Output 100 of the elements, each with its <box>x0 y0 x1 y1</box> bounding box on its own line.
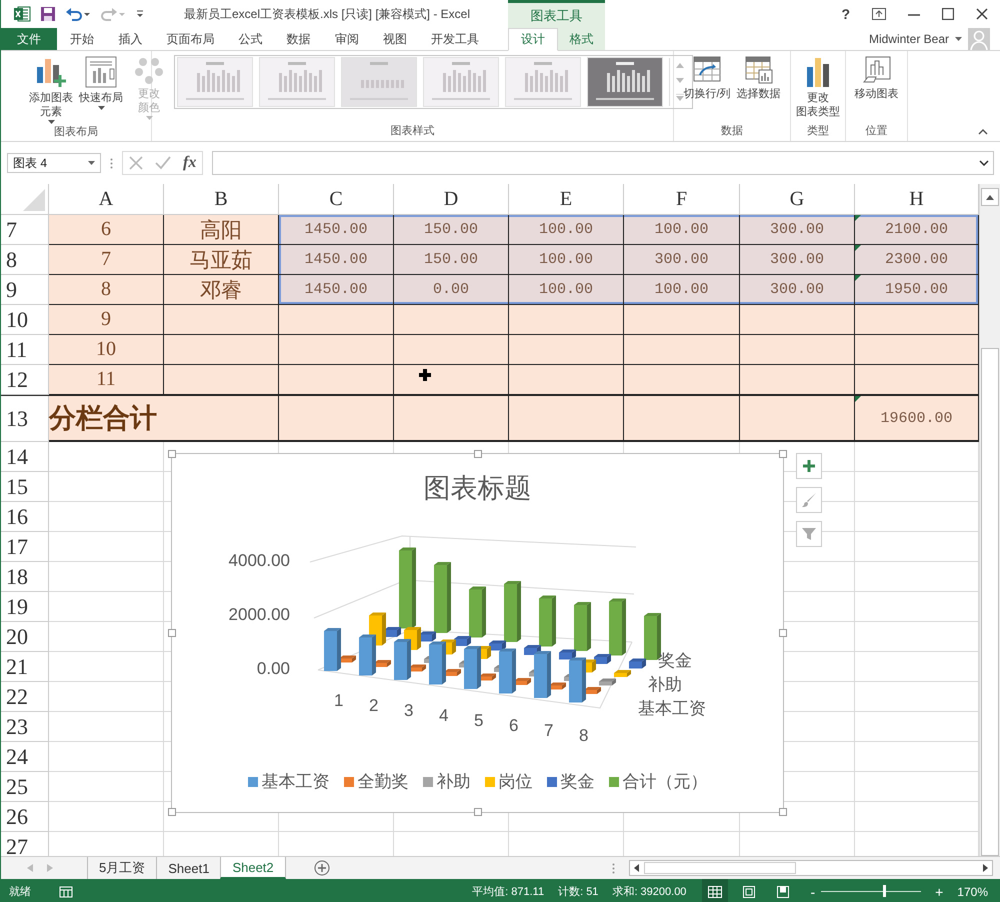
ribbon-tab[interactable]: 文件 <box>1 28 57 50</box>
zoom-in-button[interactable]: + <box>935 884 944 900</box>
ribbon-display-icon[interactable] <box>872 8 886 20</box>
error-indicator-icon[interactable] <box>855 215 861 221</box>
ribbon-tab[interactable]: 审阅 <box>324 28 370 50</box>
legend-label: 奖金 <box>560 771 594 793</box>
page-break-icon <box>777 886 790 898</box>
collapse-ribbon-icon[interactable] <box>978 129 988 135</box>
count-value[interactable]: 计数: 51 <box>558 884 598 899</box>
ribbon-button[interactable]: 选择数据 <box>734 55 783 101</box>
resize-handle[interactable] <box>168 629 176 637</box>
average-value[interactable]: 平均值: 871.11 <box>472 884 544 899</box>
formula-input[interactable] <box>212 151 994 175</box>
ribbon-button[interactable]: 切换行/列 <box>681 55 733 101</box>
previous-sheet-icon[interactable] <box>27 864 33 872</box>
chart-style-thumbnail[interactable] <box>341 57 417 107</box>
zoom-slider-thumb[interactable] <box>883 885 886 897</box>
chart-style-thumbnail[interactable] <box>587 57 663 107</box>
table-cell: 0.00 <box>394 275 509 305</box>
drag-handle-icon[interactable] <box>612 862 615 874</box>
add-sheet-icon[interactable] <box>314 860 330 876</box>
scrollbar-thumb[interactable] <box>981 348 999 856</box>
brush-icon <box>801 492 817 508</box>
resize-handle[interactable] <box>474 808 482 816</box>
ribbon-tab[interactable]: 页面布局 <box>155 28 226 50</box>
legend-label: 岗位 <box>498 771 532 793</box>
up-arrow-icon <box>986 194 994 200</box>
ribbon-button[interactable]: 添加图表 元素 <box>27 55 75 124</box>
scroll-up-button[interactable] <box>981 188 999 206</box>
error-indicator-icon[interactable] <box>855 396 861 402</box>
zoom-out-button[interactable]: - <box>810 884 816 900</box>
ribbon-tab[interactable]: 数据 <box>276 28 322 50</box>
ribbon-tab[interactable]: 格式 <box>558 28 605 50</box>
chart-styles-button[interactable] <box>796 487 822 513</box>
view-button[interactable] <box>702 879 728 902</box>
ribbon-group-label: 类型 <box>806 124 830 139</box>
ribbon-tab[interactable]: 设计 <box>508 28 558 51</box>
chart-style-thumbnail[interactable] <box>177 57 253 107</box>
chart-elements-button[interactable] <box>796 453 822 479</box>
maximize-icon[interactable] <box>942 8 954 20</box>
undo-icon[interactable] <box>65 6 91 22</box>
sheet-tab[interactable]: Sheet2 <box>220 857 286 879</box>
save-icon[interactable] <box>40 6 56 22</box>
ribbon-button[interactable]: 快速布局 <box>77 55 125 110</box>
chart-frame-icon <box>862 55 892 85</box>
ribbon-tab[interactable]: 视图 <box>372 28 418 50</box>
enter-icon[interactable] <box>155 156 171 170</box>
resize-handle[interactable] <box>474 450 482 458</box>
table-cell: 9 <box>49 305 164 335</box>
chart-style-thumbnail[interactable] <box>259 57 335 107</box>
next-sheet-icon[interactable] <box>47 864 53 872</box>
sum-value[interactable]: 求和: 39200.00 <box>612 884 686 899</box>
name-box[interactable]: 图表 4 <box>7 153 101 173</box>
ribbon-tab[interactable]: 插入 <box>107 28 154 50</box>
zoom-level[interactable]: 170% <box>957 884 988 898</box>
chart-area[interactable]: 图表标题 4000.00 2000.00 0.00 1 2 3 4 5 6 7 8 奖金 补助 基本工资 基本工资 全勤奖 补助 岗位 奖金 合计（元） <box>171 453 784 813</box>
macro-record-icon[interactable] <box>59 886 73 898</box>
table-cell: 11 <box>49 365 164 395</box>
insert-function-button[interactable]: fx <box>183 154 196 172</box>
table-cell: 100.00 <box>509 245 624 275</box>
expand-icon[interactable] <box>979 160 989 166</box>
horizontal-scrollbar[interactable] <box>628 860 993 876</box>
gallery-down-icon[interactable] <box>676 78 684 84</box>
resize-handle[interactable] <box>779 450 787 458</box>
table-cell: 150.00 <box>394 215 509 245</box>
avatar-icon[interactable] <box>968 28 990 50</box>
chart-title[interactable]: 图表标题 <box>172 470 783 506</box>
table-cell: 300.00 <box>740 245 855 275</box>
drag-handle-icon[interactable] <box>110 158 113 168</box>
customize-toolbar-icon[interactable] <box>135 9 145 19</box>
resize-handle[interactable] <box>168 808 176 816</box>
bar <box>599 678 616 686</box>
table-cell: 100.00 <box>509 215 624 245</box>
table-cell: 2300.00 <box>855 245 979 275</box>
help-button[interactable]: ? <box>841 6 850 22</box>
error-indicator-icon[interactable] <box>855 275 861 281</box>
close-icon[interactable] <box>976 8 988 20</box>
gallery-more-icon[interactable] <box>676 94 684 101</box>
ribbon-tab[interactable]: 公式 <box>228 28 274 50</box>
ribbon-tab[interactable]: 开发工具 <box>420 28 490 50</box>
resize-handle[interactable] <box>168 450 176 458</box>
chart-style-thumbnail[interactable] <box>505 57 581 107</box>
gallery-up-icon[interactable] <box>676 63 684 68</box>
bar-chart-icon <box>805 55 831 89</box>
excel-logo-icon[interactable] <box>13 5 31 23</box>
left-arrow-icon[interactable] <box>634 864 639 872</box>
cancel-icon[interactable] <box>129 156 143 170</box>
table-cell: 1450.00 <box>279 245 394 275</box>
chart-filters-button[interactable] <box>796 521 822 547</box>
caret-icon[interactable] <box>955 36 962 42</box>
ribbon-button[interactable]: 更改 图表类型 <box>794 55 842 119</box>
error-indicator-icon[interactable] <box>855 245 861 251</box>
ribbon-tab[interactable]: 开始 <box>59 28 106 50</box>
user-name[interactable]: Midwinter Bear <box>868 32 949 46</box>
resize-handle[interactable] <box>779 629 787 637</box>
redo-icon[interactable] <box>100 6 126 22</box>
right-arrow-icon[interactable] <box>982 864 988 872</box>
chart-style-thumbnail[interactable] <box>423 57 499 107</box>
ribbon-button[interactable]: 移动图表 <box>852 55 900 101</box>
resize-handle[interactable] <box>779 808 787 816</box>
